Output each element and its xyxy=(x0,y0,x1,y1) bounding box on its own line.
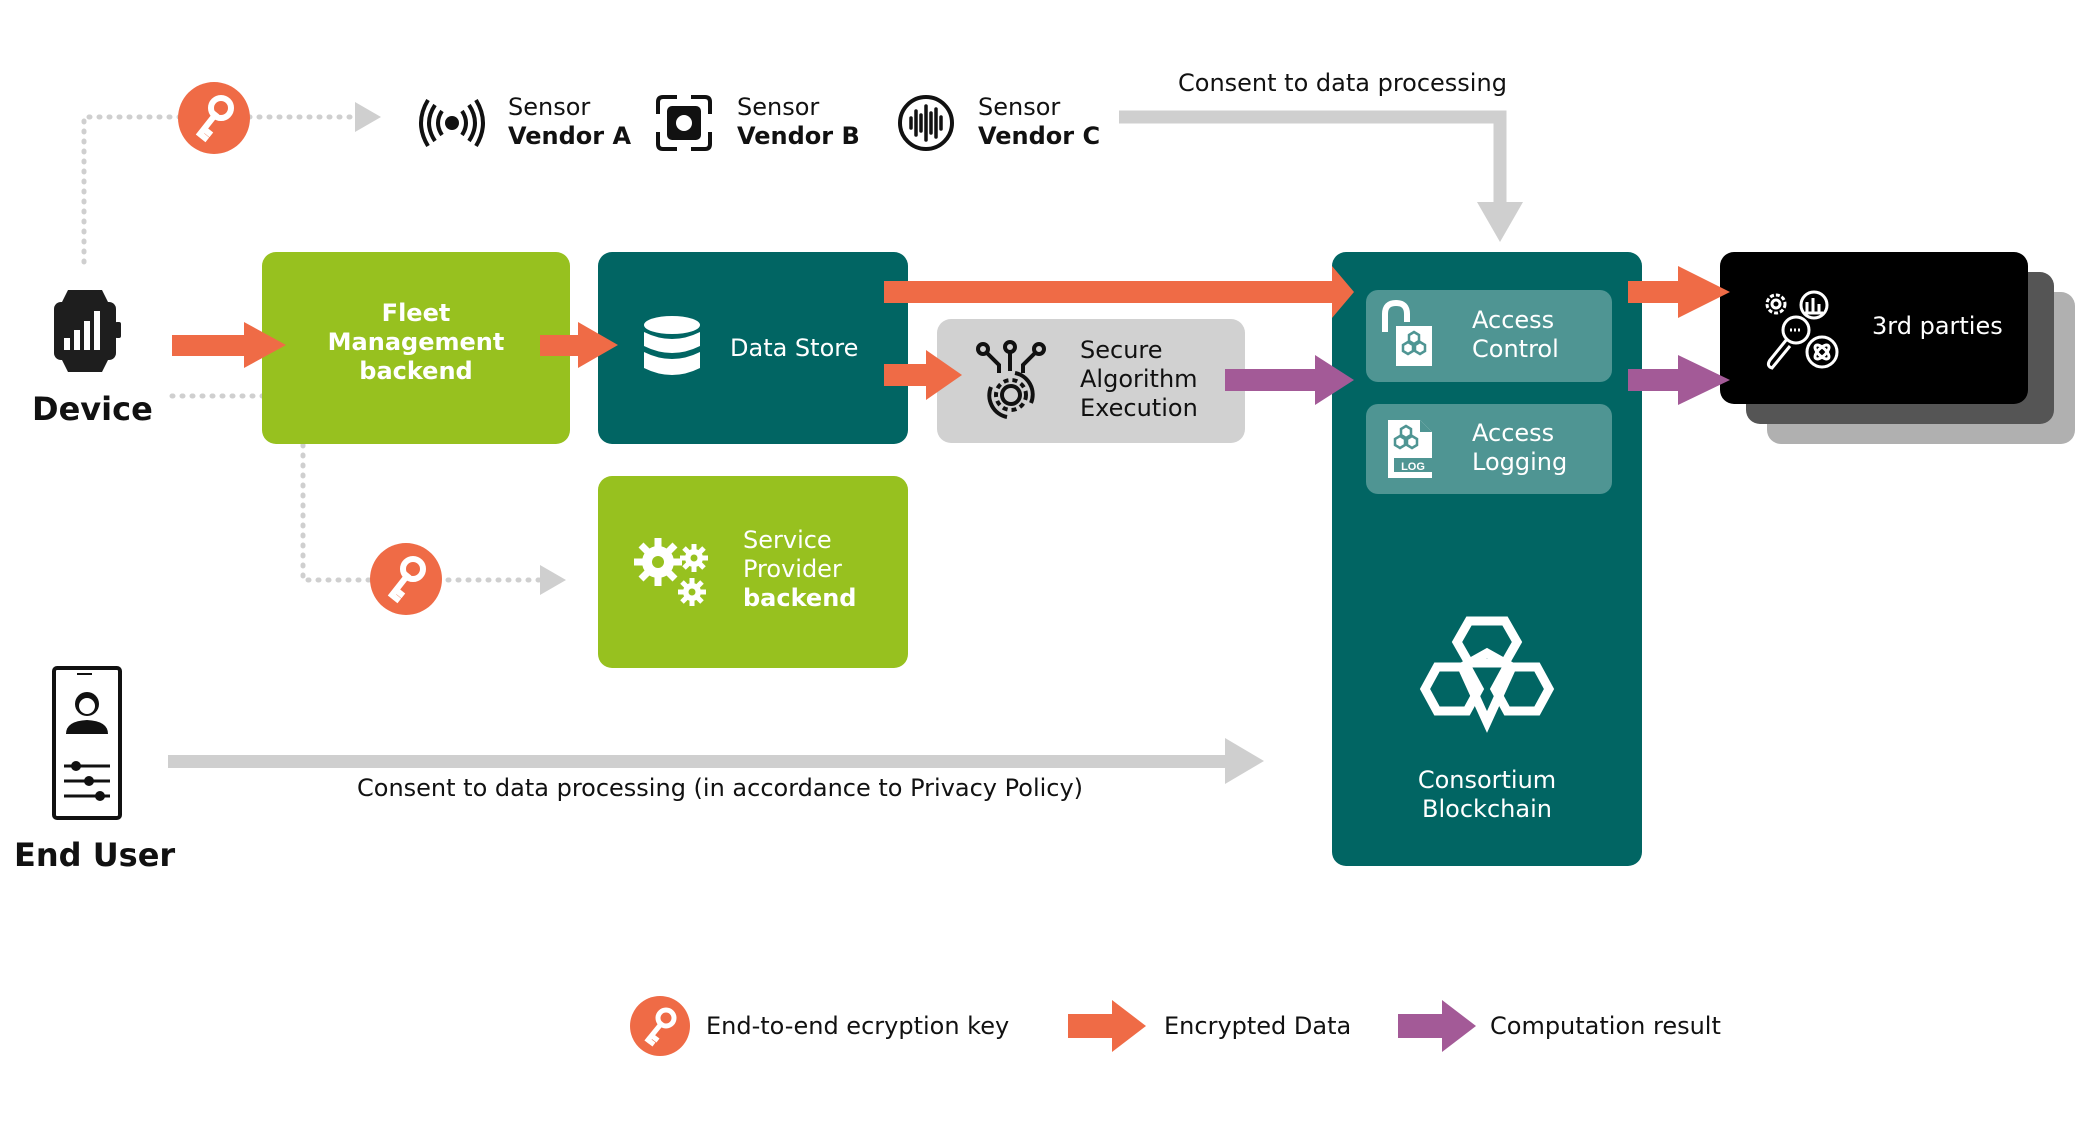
computation-arrow-secure-algo-blockchain xyxy=(1225,355,1354,405)
consent-bottom-label: Consent to data processing (in accordanc… xyxy=(357,774,1084,802)
legend-encrypted-label: Encrypted Data xyxy=(1164,1012,1352,1040)
key-icon xyxy=(644,1007,677,1047)
data-arrows-layer xyxy=(172,266,1730,405)
encrypted-arrow-blockchain-third-parties xyxy=(1628,266,1730,318)
encrypted-arrow-datastore-blockchain xyxy=(884,266,1354,318)
computation-arrow-blockchain-third-parties xyxy=(1628,355,1730,405)
legend-key-label: End-to-end ecryption key xyxy=(706,1012,1010,1040)
orange-arrow-icon xyxy=(1068,1000,1146,1052)
encrypted-arrow-device-fleet xyxy=(172,322,286,368)
encrypted-arrow-fleet-datastore xyxy=(540,322,618,368)
encrypted-arrow-datastore-secure-algo xyxy=(884,350,962,400)
legend-key-badge xyxy=(630,996,690,1056)
purple-arrow-icon xyxy=(1398,1000,1476,1052)
legend-computation-label: Computation result xyxy=(1490,1012,1721,1040)
